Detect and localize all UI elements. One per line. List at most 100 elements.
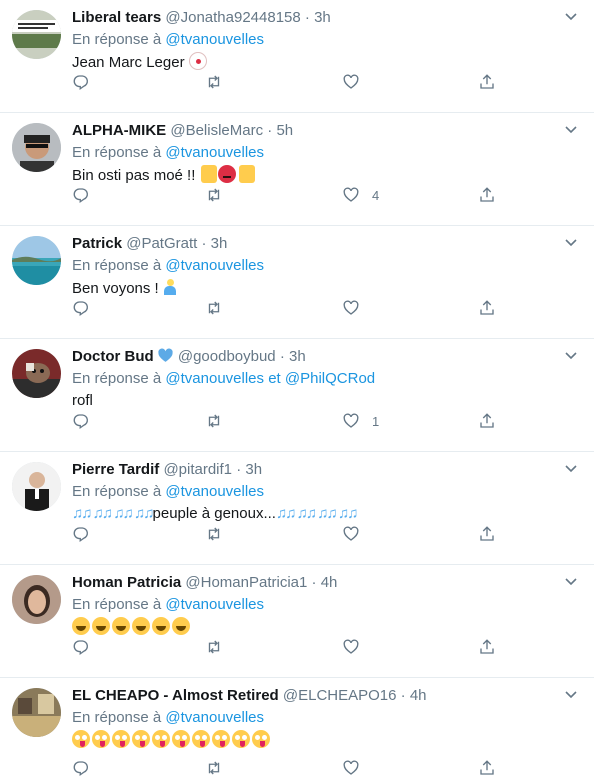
avatar[interactable] [12, 462, 61, 511]
retweet-button[interactable] [205, 185, 223, 205]
caret-down-icon[interactable] [564, 575, 578, 589]
timestamp[interactable]: 3h [211, 235, 228, 252]
handle[interactable]: @Jonatha92448158 [165, 9, 300, 26]
display-name[interactable]: Homan Patricia [72, 574, 181, 591]
handle[interactable]: @ELCHEAPO16 [283, 687, 397, 704]
like-button[interactable] [342, 72, 372, 92]
caret-down-icon[interactable] [564, 688, 578, 702]
rofl-emoji-icon [172, 617, 190, 635]
caret-down-icon[interactable] [564, 10, 578, 24]
tweet-text: rofl [72, 391, 582, 411]
avatar[interactable] [12, 236, 61, 285]
display-name[interactable]: ALPHA-MIKE [72, 122, 166, 139]
like-icon [343, 639, 359, 654]
like-button[interactable] [342, 758, 372, 778]
retweet-button[interactable] [205, 524, 223, 544]
reply-button[interactable] [72, 411, 90, 431]
avatar[interactable] [12, 123, 61, 172]
handle[interactable]: @HomanPatricia1 [185, 574, 307, 591]
reply-button[interactable] [72, 758, 90, 778]
reply-button[interactable] [72, 298, 90, 318]
tweet[interactable]: Doctor Bud @goodboybud · 3h En réponse à… [0, 339, 594, 452]
tweet[interactable]: ALPHA-MIKE @BelisleMarc · 5h En réponse … [0, 113, 594, 226]
mention-link[interactable]: @tvanouvelles [165, 31, 264, 48]
like-button[interactable] [342, 298, 372, 318]
retweet-button[interactable] [205, 758, 223, 778]
avatar[interactable] [12, 349, 61, 398]
timestamp[interactable]: 4h [410, 687, 427, 704]
tweet[interactable]: Patrick @PatGratt · 3h En réponse à @tva… [0, 226, 594, 339]
display-name[interactable]: Liberal tears [72, 9, 161, 26]
mention-link[interactable]: @tvanouvelles [165, 709, 264, 726]
timestamp[interactable]: 3h [314, 9, 331, 26]
separator: · [304, 9, 310, 26]
zany-face-emoji-icon [232, 730, 250, 748]
retweet-button[interactable] [205, 298, 223, 318]
reply-button[interactable] [72, 72, 90, 92]
caret-down-icon[interactable] [564, 123, 578, 137]
share-icon [480, 413, 494, 428]
caret-down-icon[interactable] [564, 462, 578, 476]
timestamp[interactable]: 3h [245, 461, 262, 478]
avatar[interactable] [12, 688, 61, 737]
tweet[interactable]: Homan Patricia @HomanPatricia1 · 4h En r… [0, 565, 594, 678]
tweet-text: Ben voyons ! [72, 278, 582, 299]
retweet-button[interactable] [205, 72, 223, 92]
mention-link[interactable]: @tvanouvelles [165, 257, 264, 274]
share-icon [480, 760, 494, 775]
zany-face-emoji-icon [192, 730, 210, 748]
mention-link[interactable]: @PhilQCRod [285, 370, 375, 387]
display-name[interactable]: Doctor Bud [72, 348, 154, 365]
mention-link[interactable]: @tvanouvelles [165, 370, 264, 387]
reply-prefix: En réponse à [72, 257, 162, 274]
reply-button[interactable] [72, 185, 90, 205]
tweet[interactable]: Liberal tears @Jonatha92448158 · 3h En r… [0, 0, 594, 113]
retweet-icon [208, 75, 220, 89]
clown-emoji-icon [188, 52, 207, 70]
display-name[interactable]: EL CHEAPO - Almost Retired [72, 687, 279, 704]
retweet-button[interactable] [205, 637, 223, 657]
music-notes-emoji-icon: ♫♫ ♫♫ ♫♫ ♫♫ [72, 505, 155, 522]
separator: · [400, 687, 406, 704]
share-button[interactable] [478, 637, 496, 657]
share-button[interactable] [478, 72, 496, 92]
separator: · [267, 122, 273, 139]
reply-button[interactable] [72, 637, 90, 657]
share-button[interactable] [478, 524, 496, 544]
handle[interactable]: @pitardif1 [163, 461, 232, 478]
like-button[interactable] [342, 524, 372, 544]
timestamp[interactable]: 4h [321, 574, 338, 591]
reply-button[interactable] [72, 524, 90, 544]
share-button[interactable] [478, 298, 496, 318]
mention-link[interactable]: @tvanouvelles [165, 596, 264, 613]
mention-link[interactable]: @tvanouvelles [165, 483, 264, 500]
avatar[interactable] [12, 575, 61, 624]
caret-down-icon[interactable] [564, 349, 578, 363]
tweet-text-body: peuple à genoux... [152, 505, 276, 522]
separator: · [236, 461, 242, 478]
retweet-button[interactable] [205, 411, 223, 431]
display-name[interactable]: Patrick [72, 235, 122, 252]
timestamp[interactable]: 5h [276, 122, 293, 139]
like-button[interactable]: 1 [342, 411, 379, 431]
like-button[interactable]: 4 [342, 185, 379, 205]
like-button[interactable] [342, 637, 372, 657]
tweet-actions [72, 524, 494, 544]
tweet[interactable]: EL CHEAPO - Almost Retired @ELCHEAPO16 ·… [0, 678, 594, 784]
share-button[interactable] [478, 185, 496, 205]
tweet[interactable]: Pierre Tardif @pitardif1 · 3h En réponse… [0, 452, 594, 565]
share-button[interactable] [478, 758, 496, 778]
caret-down-icon[interactable] [564, 236, 578, 250]
reply-context: En réponse à @tvanouvelles [72, 256, 582, 276]
reply-context: En réponse à @tvanouvelles [72, 143, 582, 163]
mention-link[interactable]: @tvanouvelles [165, 144, 264, 161]
handle[interactable]: @goodboybud [178, 348, 276, 365]
timestamp[interactable]: 3h [289, 348, 306, 365]
share-button[interactable] [478, 411, 496, 431]
handle[interactable]: @BelisleMarc [170, 122, 263, 139]
handle[interactable]: @PatGratt [126, 235, 197, 252]
zany-face-emoji-icon [72, 730, 90, 748]
avatar[interactable] [12, 10, 61, 59]
display-name[interactable]: Pierre Tardif [72, 461, 159, 478]
thumbs-down-emoji-icon [238, 165, 255, 183]
